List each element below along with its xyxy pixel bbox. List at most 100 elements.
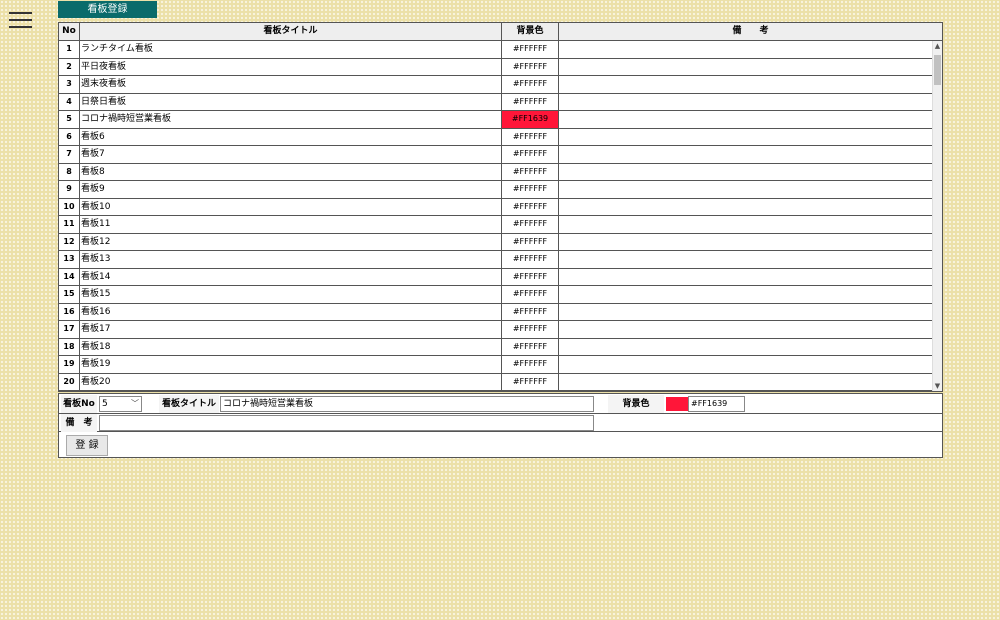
- table-row[interactable]: 10 看板10 #FFFFFF: [59, 198, 942, 216]
- table-row[interactable]: 3 週末夜看板 #FFFFFF: [59, 76, 942, 94]
- row-no: 4: [59, 93, 80, 110]
- row-note: [559, 374, 942, 391]
- row-no: 20: [59, 373, 80, 390]
- hamburger-menu-icon[interactable]: [9, 11, 32, 29]
- row-no: 12: [59, 233, 80, 250]
- page-title-tab: 看板登録: [58, 1, 157, 18]
- table-row[interactable]: 2 平日夜看板 #FFFFFF: [59, 58, 942, 76]
- row-note: [559, 76, 942, 93]
- table-header: No 看板タイトル 背景色 備 考: [59, 23, 942, 41]
- signboard-no-value: 5: [102, 399, 108, 409]
- row-color: #FFFFFF: [502, 76, 559, 93]
- row-no: 13: [59, 251, 80, 268]
- row-color: #FFFFFF: [502, 251, 559, 268]
- table-row[interactable]: 6 看板6 #FFFFFF: [59, 128, 942, 146]
- row-title: 日祭日看板: [80, 93, 502, 110]
- table-row[interactable]: 9 看板9 #FFFFFF: [59, 181, 942, 199]
- column-header-note: 備 考: [732, 26, 769, 36]
- form-row-main: 看板No 5 ﹀ 看板タイトル コロナ禍時短営業看板 背景色 #FF1639: [59, 394, 942, 414]
- row-no: 9: [59, 181, 80, 198]
- row-title: 週末夜看板: [80, 76, 502, 93]
- row-title: 看板18: [80, 338, 502, 355]
- bg-color-swatch[interactable]: [666, 397, 688, 411]
- row-title: 看板11: [80, 216, 502, 233]
- row-no: 19: [59, 356, 80, 373]
- signboard-title-input[interactable]: コロナ禍時短営業看板: [220, 396, 594, 412]
- row-note: [559, 129, 942, 146]
- row-color: #FFFFFF: [502, 216, 559, 233]
- row-no: 14: [59, 268, 80, 285]
- row-title: 看板10: [80, 198, 502, 215]
- row-no: 10: [59, 198, 80, 215]
- bg-color-input[interactable]: #FF1639: [688, 396, 745, 412]
- row-title: 看板7: [80, 146, 502, 163]
- table-row[interactable]: 14 看板14 #FFFFFF: [59, 268, 942, 286]
- scroll-down-icon[interactable]: ▼: [933, 381, 942, 391]
- table-row[interactable]: 15 看板15 #FFFFFF: [59, 286, 942, 304]
- row-note: [559, 251, 942, 268]
- register-button[interactable]: 登 録: [66, 435, 108, 456]
- table-row[interactable]: 12 看板12 #FFFFFF: [59, 233, 942, 251]
- form-row-note: 備 考: [59, 414, 942, 432]
- row-no: 1: [59, 41, 80, 58]
- table-row[interactable]: 8 看板8 #FFFFFF: [59, 163, 942, 181]
- table-row[interactable]: 19 看板19 #FFFFFF: [59, 356, 942, 374]
- row-title: 看板15: [80, 286, 502, 303]
- row-no: 16: [59, 303, 80, 320]
- table-row[interactable]: 4 日祭日看板 #FFFFFF: [59, 93, 942, 111]
- signboard-table: No 看板タイトル 背景色 備 考 1 ランチタイム看板 #FFFFFF 2 平日夜看板…: [58, 22, 943, 392]
- row-title: 看板8: [80, 163, 502, 180]
- row-no: 15: [59, 286, 80, 303]
- row-title: 平日夜看板: [80, 58, 502, 75]
- row-color: #FFFFFF: [502, 41, 559, 58]
- row-color: #FFFFFF: [502, 321, 559, 338]
- table-row[interactable]: 7 看板7 #FFFFFF: [59, 146, 942, 164]
- edit-form: 看板No 5 ﹀ 看板タイトル コロナ禍時短営業看板 背景色 #FF1639 備…: [58, 393, 943, 458]
- table-row[interactable]: 20 看板20 #FFFFFF: [59, 373, 942, 391]
- row-title: 看板16: [80, 303, 502, 320]
- column-header-no: No: [59, 23, 80, 40]
- row-note: [559, 164, 942, 181]
- row-no: 5: [59, 111, 80, 128]
- table-row[interactable]: 17 看板17 #FFFFFF: [59, 321, 942, 339]
- row-title: 看板17: [80, 321, 502, 338]
- row-no: 17: [59, 321, 80, 338]
- row-color: #FFFFFF: [502, 93, 559, 110]
- row-note: [559, 269, 942, 286]
- row-color: #FFFFFF: [502, 233, 559, 250]
- scroll-up-icon[interactable]: ▲: [933, 41, 942, 51]
- row-title: 看板6: [80, 128, 502, 145]
- row-color: #FFFFFF: [502, 303, 559, 320]
- row-no: 18: [59, 338, 80, 355]
- table-row[interactable]: 1 ランチタイム看板 #FFFFFF: [59, 41, 942, 59]
- bg-color-label: 背景色: [608, 395, 664, 413]
- row-note: [559, 199, 942, 216]
- row-color: #FFFFFF: [502, 163, 559, 180]
- chevron-down-icon: ﹀: [131, 399, 139, 408]
- row-title: ランチタイム看板: [80, 41, 502, 58]
- note-label: 備 考: [61, 414, 97, 432]
- row-note: [559, 94, 942, 111]
- row-color: #FFFFFF: [502, 268, 559, 285]
- scroll-thumb[interactable]: [934, 55, 941, 85]
- note-input[interactable]: [99, 415, 594, 431]
- row-no: 8: [59, 163, 80, 180]
- table-row[interactable]: 5 コロナ禍時短営業看板 #FF1639: [59, 111, 942, 129]
- row-color: #FFFFFF: [502, 128, 559, 145]
- table-scrollbar[interactable]: ▲ ▼: [932, 41, 942, 391]
- table-row[interactable]: 16 看板16 #FFFFFF: [59, 303, 942, 321]
- row-title: 看板9: [80, 181, 502, 198]
- row-color: #FFFFFF: [502, 198, 559, 215]
- table-row[interactable]: 11 看板11 #FFFFFF: [59, 216, 942, 234]
- row-color: #FFFFFF: [502, 181, 559, 198]
- row-note: [559, 234, 942, 251]
- row-color: #FFFFFF: [502, 373, 559, 390]
- row-color: #FFFFFF: [502, 338, 559, 355]
- signboard-no-select[interactable]: 5 ﹀: [99, 396, 142, 412]
- row-title: 看板20: [80, 373, 502, 390]
- table-row[interactable]: 13 看板13 #FFFFFF: [59, 251, 942, 269]
- row-title: 看板14: [80, 268, 502, 285]
- row-note: [559, 304, 942, 321]
- table-row[interactable]: 18 看板18 #FFFFFF: [59, 338, 942, 356]
- row-color: #FF1639: [502, 111, 559, 128]
